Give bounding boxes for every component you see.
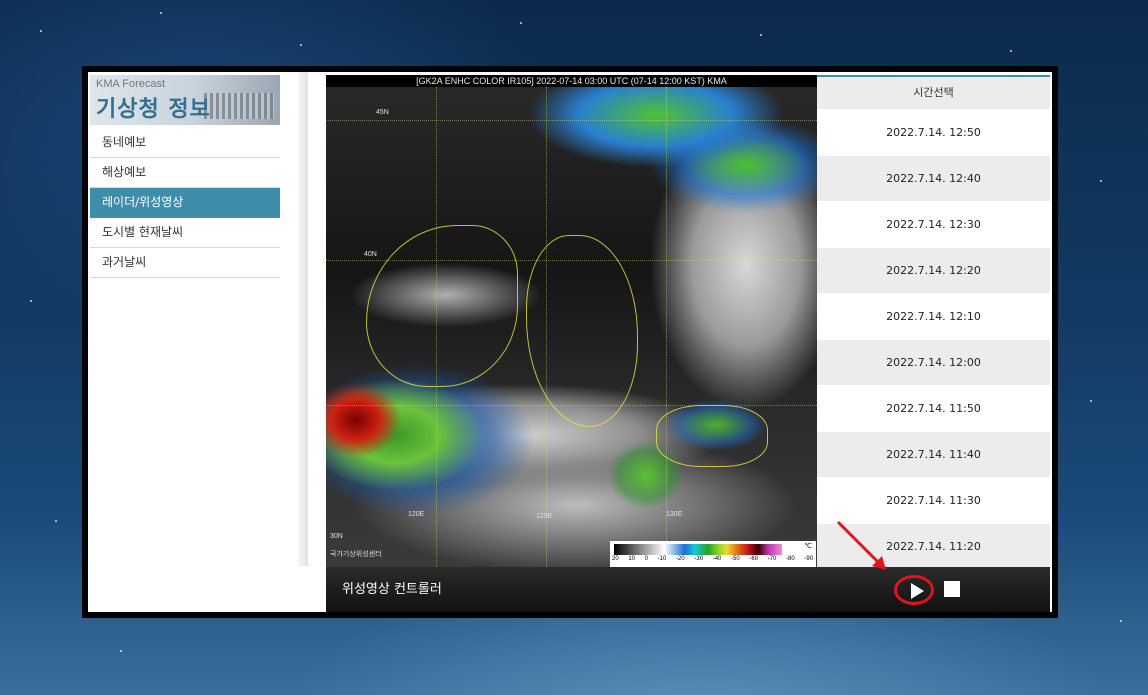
star — [520, 22, 522, 24]
satellite-image-title: [GK2A ENHC COLOR IR105] 2022-07-14 03:00… — [326, 75, 817, 87]
browser-frame: KMA Forecast 기상청 정보 동네예보 해상예보 레이더/위성영상 도… — [82, 66, 1058, 618]
sidebar-item-city-weather[interactable]: 도시별 현재날씨 — [90, 218, 280, 248]
lon-label: 130E — [666, 511, 683, 518]
longitude-gridline — [666, 87, 667, 567]
play-button[interactable] — [894, 575, 934, 605]
kma-logo-banner: KMA Forecast 기상청 정보 — [90, 75, 280, 125]
lon-label: 120E — [408, 511, 425, 518]
time-list-item[interactable]: 2022.7.14. 11:40 — [817, 432, 1050, 478]
lon-label: 125E — [536, 513, 553, 520]
stop-button[interactable] — [944, 581, 960, 597]
satellite-controller-bar: 위성영상 컨트롤러 — [326, 567, 1050, 612]
red-arrow-annotation-icon — [836, 520, 886, 570]
star — [40, 30, 42, 32]
controller-label: 위성영상 컨트롤러 — [342, 582, 442, 597]
star — [300, 44, 302, 46]
time-list-item[interactable]: 2022.7.14. 12:10 — [817, 294, 1050, 340]
column-divider — [298, 72, 308, 566]
colorbar-unit: ℃ — [804, 542, 812, 550]
lat-label: 45N — [376, 109, 389, 116]
building-illustration — [204, 93, 274, 119]
sidebar-item-past-weather[interactable]: 과거날씨 — [90, 248, 280, 278]
latitude-gridline — [326, 120, 817, 121]
star — [1120, 620, 1122, 622]
lat-label: 40N — [364, 251, 377, 258]
sidebar-item-marine-forecast[interactable]: 해상예보 — [90, 158, 280, 188]
star — [760, 34, 762, 36]
star — [1010, 50, 1012, 52]
time-selection-list: 시간선택 2022.7.14. 12:50 2022.7.14. 12:40 2… — [817, 75, 1050, 570]
china-coastline — [366, 225, 518, 387]
sidebar-item-radar-satellite[interactable]: 레이더/위성영상 — [90, 188, 280, 218]
time-list-item[interactable]: 2022.7.14. 12:40 — [817, 156, 1050, 202]
sidebar: KMA Forecast 기상청 정보 동네예보 해상예보 레이더/위성영상 도… — [88, 72, 282, 612]
korean-peninsula-outline — [526, 235, 638, 427]
temperature-colorbar: ℃ 20 10 0 -10 -20 -30 -40 -50 -60 -70 -8… — [610, 541, 816, 567]
colorbar-gradient — [614, 544, 782, 555]
time-list-item[interactable]: 2022.7.14. 12:50 — [817, 110, 1050, 156]
page-content: KMA Forecast 기상청 정보 동네예보 해상예보 레이더/위성영상 도… — [88, 72, 1052, 612]
satellite-image: [GK2A ENHC COLOR IR105] 2022-07-14 03:00… — [326, 75, 817, 567]
sidebar-item-neighborhood-forecast[interactable]: 동네예보 — [90, 128, 280, 158]
star — [120, 650, 122, 652]
star — [1100, 180, 1102, 182]
star — [30, 300, 32, 302]
time-list-item[interactable]: 2022.7.14. 12:00 — [817, 340, 1050, 386]
lat-label: 30N — [330, 533, 343, 540]
time-list-item[interactable]: 2022.7.14. 12:30 — [817, 202, 1050, 248]
japan-coastline — [656, 405, 768, 467]
logo-title: 기상청 정보 — [96, 97, 211, 122]
star — [55, 520, 57, 522]
star — [160, 12, 162, 14]
time-list-item[interactable]: 2022.7.14. 11:50 — [817, 386, 1050, 432]
time-list-item[interactable]: 2022.7.14. 12:20 — [817, 248, 1050, 294]
play-icon — [911, 583, 924, 599]
time-list-header: 시간선택 — [817, 77, 1050, 110]
sidebar-menu: 동네예보 해상예보 레이더/위성영상 도시별 현재날씨 과거날씨 — [90, 128, 280, 278]
colorbar-ticks: 20 10 0 -10 -20 -30 -40 -50 -60 -70 -80 … — [612, 556, 814, 562]
logo-subtitle: KMA Forecast — [96, 78, 166, 90]
satellite-center-logo: 국가기상위성센터 — [330, 550, 382, 558]
star — [1090, 400, 1092, 402]
